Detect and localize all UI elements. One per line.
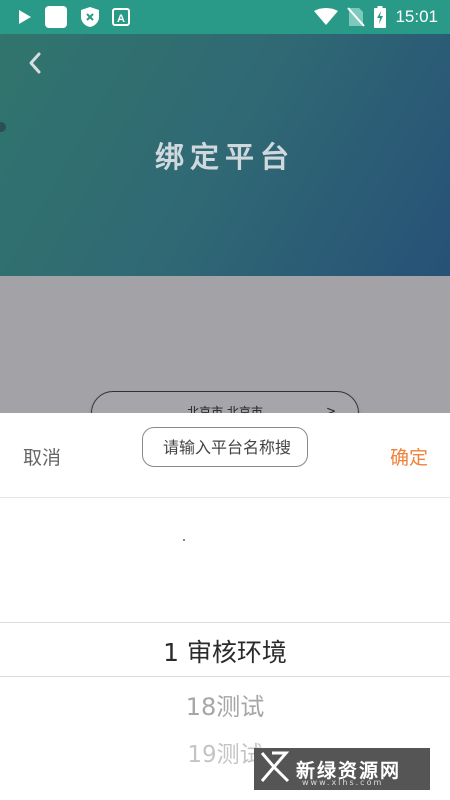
picker-option[interactable]: 18测试 xyxy=(0,687,450,722)
picker-speck xyxy=(183,539,185,541)
page-title: 绑定平台 xyxy=(154,140,295,174)
header: 绑定平台 xyxy=(0,34,450,276)
watermark: 新绿资源网 www.xlhs.com xyxy=(254,748,430,790)
chevron-left-icon xyxy=(27,51,43,79)
wifi-icon xyxy=(314,8,339,26)
play-icon xyxy=(18,9,32,25)
back-button[interactable] xyxy=(20,50,50,80)
translate-a-icon: A xyxy=(112,8,130,26)
no-sim-icon xyxy=(347,7,366,27)
watermark-url: www.xlhs.com xyxy=(302,778,384,787)
platform-picker-sheet: 取消 确定 1 审核环境 18测试 19测试 xyxy=(0,413,450,800)
picker-divider-top xyxy=(0,622,450,623)
app-square-icon xyxy=(44,5,68,29)
picker-divider-bottom xyxy=(0,676,450,677)
svg-text:A: A xyxy=(117,13,125,25)
battery-charging-icon xyxy=(374,6,387,28)
watermark-logo-icon xyxy=(260,751,290,787)
status-time: 15:01 xyxy=(395,7,438,26)
shield-x-icon xyxy=(80,6,100,28)
status-bar: A 15:01 xyxy=(0,0,450,34)
edge-handle xyxy=(0,122,6,132)
picker-option-selected[interactable]: 1 审核环境 xyxy=(0,633,450,669)
picker-toolbar: 取消 确定 xyxy=(0,413,450,498)
platform-search-input[interactable] xyxy=(142,427,308,467)
cancel-button[interactable]: 取消 xyxy=(23,443,61,470)
confirm-button[interactable]: 确定 xyxy=(390,443,428,470)
